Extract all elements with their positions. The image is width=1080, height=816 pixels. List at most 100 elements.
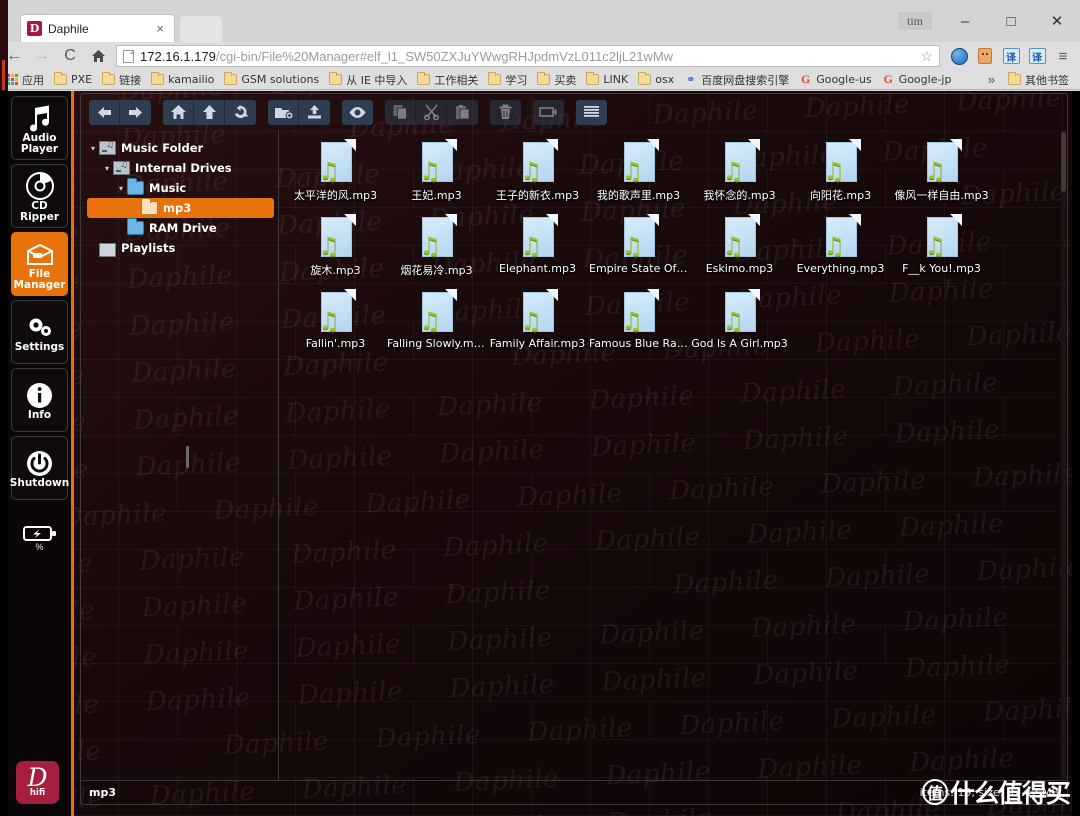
file-item[interactable]: ♫ 像风一样自由.mp3: [891, 136, 992, 211]
bookmark-kamailio[interactable]: kamailio: [148, 72, 217, 87]
browser-tab-daphile[interactable]: D Daphile ×: [20, 14, 175, 42]
copy-button[interactable]: [385, 99, 416, 125]
rail-item-audio-player[interactable]: Audio Player: [11, 96, 68, 160]
up-button[interactable]: [194, 99, 225, 125]
home-button[interactable]: [163, 99, 194, 125]
file-item[interactable]: ♫ Falling Slowly.mp3: [386, 286, 487, 361]
rail-item-info[interactable]: Info: [11, 368, 68, 432]
bookmark-google-jp[interactable]: G Google-jp: [879, 72, 955, 87]
tab-close-icon[interactable]: ×: [152, 21, 168, 36]
file-item[interactable]: ♫ 太平洋的风.mp3: [285, 136, 386, 211]
rail-item-file-manager[interactable]: File Manager: [11, 232, 68, 296]
file-item[interactable]: ♫ 我怀念的.mp3: [689, 136, 790, 211]
rail-item-battery[interactable]: %: [11, 504, 68, 560]
paste-button[interactable]: [447, 99, 478, 125]
file-item[interactable]: ♫ F__k You!.mp3: [891, 211, 992, 286]
chevron-down-icon[interactable]: ▾: [87, 144, 99, 153]
bookmark-links[interactable]: 链接: [99, 71, 144, 89]
tim-button[interactable]: tim: [898, 12, 932, 30]
translate-extension-2-icon[interactable]: 译: [1025, 45, 1049, 67]
rail-item-shutdown[interactable]: Shutdown: [9, 436, 70, 500]
daphile-logo-letter: D: [27, 763, 48, 792]
file-name: 王妃.mp3: [411, 189, 462, 202]
tree-item-internal-drives[interactable]: ▾ Internal Drives: [87, 158, 274, 178]
bookmark-osx[interactable]: osx: [635, 72, 677, 87]
extension-icons: 译 译 ≡: [946, 45, 1080, 67]
globe-search-extension-icon[interactable]: [947, 45, 971, 67]
rail-item-cd-ripper[interactable]: CD Ripper: [11, 164, 68, 228]
chevron-down-icon[interactable]: ▾: [115, 184, 127, 193]
delete-button[interactable]: [490, 99, 521, 125]
file-grid-pane[interactable]: ♫ 太平洋的风.mp3 ♫ 王妃.mp3 ♫ 王子的新衣.mp3 ♫ 我的歌声里.mp3 ♫ 我怀…: [279, 130, 1067, 780]
mp3-file-icon: ♫: [418, 214, 457, 260]
back-button[interactable]: [89, 99, 120, 125]
file-item[interactable]: ♫ God Is A Girl.mp3: [689, 286, 790, 361]
file-item[interactable]: ♫ Elephant.mp3: [487, 211, 588, 286]
bookmark-gsm-solutions[interactable]: GSM solutions: [221, 72, 322, 87]
forward-icon[interactable]: →: [28, 43, 56, 69]
maximize-button[interactable]: □: [988, 6, 1034, 36]
file-item[interactable]: ♫ 我的歌声里.mp3: [588, 136, 689, 211]
rail-item-settings[interactable]: Settings: [11, 300, 68, 364]
bookmark-link[interactable]: LINK: [583, 72, 631, 87]
file-item[interactable]: ♫ 王子的新衣.mp3: [487, 136, 588, 211]
file-item[interactable]: ♫ Empire State Of ...: [588, 211, 689, 286]
bookmark-baidu-pan-search[interactable]: ⚭ 百度网盘搜索引擎: [681, 71, 792, 89]
file-item[interactable]: ♫ 烟花易冷.mp3: [386, 211, 487, 286]
file-item[interactable]: ♫ Eskimo.mp3: [689, 211, 790, 286]
bookmark-study[interactable]: 学习: [485, 71, 530, 89]
navigation-bar: ← → C 172.16.1.179/cgi-bin/File%20Manage…: [0, 42, 1080, 70]
file-item[interactable]: ♫ Everything.mp3: [790, 211, 891, 286]
file-item[interactable]: ♫ 向阳花.mp3: [790, 136, 891, 211]
bookmark-google-us[interactable]: G Google-us: [796, 72, 874, 87]
other-bookmarks-folder[interactable]: 其他书签: [1005, 71, 1072, 89]
daphile-page: DaphileDaphileDaphileDaphileDaphileDaphi…: [0, 91, 1080, 816]
tree-item-music[interactable]: ▾ Music: [87, 178, 274, 198]
bookmark-apps[interactable]: 应用: [4, 71, 47, 89]
mp3-file-icon: ♫: [620, 289, 659, 335]
chevron-down-icon[interactable]: ▾: [101, 164, 113, 173]
minimize-button[interactable]: –: [942, 6, 988, 36]
bookmark-trade[interactable]: 买卖: [534, 71, 579, 89]
view-mode-button[interactable]: [576, 99, 607, 125]
reload-icon[interactable]: C: [56, 43, 84, 69]
folder-icon: [127, 218, 144, 235]
bookmark-imported-from-ie[interactable]: 从 IE 中导入: [326, 71, 410, 89]
new-tab-button[interactable]: [180, 16, 222, 42]
rename-button[interactable]: [533, 99, 564, 125]
files-scrollbar[interactable]: [1061, 130, 1066, 780]
bookmark-label: 学习: [505, 73, 528, 87]
address-bar[interactable]: 172.16.1.179/cgi-bin/File%20Manager#elf_…: [116, 45, 940, 67]
file-item[interactable]: ♫ 旋木.mp3: [285, 211, 386, 286]
tree-item-mp3[interactable]: mp3: [87, 198, 274, 218]
home-icon[interactable]: [84, 43, 112, 69]
file-item[interactable]: ♫ 王妃.mp3: [386, 136, 487, 211]
cut-button[interactable]: [416, 99, 447, 125]
daphile-favicon: D: [27, 21, 42, 36]
reload-button[interactable]: [225, 99, 256, 125]
file-item[interactable]: ♫ Famous Blue Rain...: [588, 286, 689, 361]
tree-splitter-handle[interactable]: [186, 446, 189, 468]
file-item[interactable]: ♫ Family Affair.mp3: [487, 286, 588, 361]
forward-button[interactable]: [120, 99, 151, 125]
new-folder-button[interactable]: [268, 99, 299, 125]
bookmark-star-icon[interactable]: ☆: [920, 48, 933, 65]
files-scrollbar-thumb[interactable]: [1061, 132, 1066, 192]
chrome-menu-icon[interactable]: ≡: [1051, 45, 1075, 67]
close-button[interactable]: ✕: [1034, 6, 1080, 36]
tree-item-ram-drive[interactable]: RAM Drive: [87, 218, 274, 238]
bookmark-work[interactable]: 工作相关: [414, 71, 481, 89]
upload-button[interactable]: [299, 99, 330, 125]
bookmarks-overflow-icon[interactable]: »: [978, 72, 1005, 87]
url-host: 172.16.1.179: [140, 48, 216, 64]
orange-face-extension-icon[interactable]: [973, 45, 997, 67]
tree-item-playlists[interactable]: Playlists: [87, 238, 274, 258]
bookmark-pxe[interactable]: PXE: [51, 72, 95, 87]
daphile-logo[interactable]: D hifi: [16, 761, 59, 804]
folder-icon: [224, 72, 238, 85]
rail-item-label: Shutdown: [9, 477, 70, 489]
preview-button[interactable]: [342, 99, 373, 125]
translate-extension-1-icon[interactable]: 译: [999, 45, 1023, 67]
tree-item-music-folder[interactable]: ▾ Music Folder: [87, 138, 274, 158]
file-item[interactable]: ♫ Fallin'.mp3: [285, 286, 386, 361]
